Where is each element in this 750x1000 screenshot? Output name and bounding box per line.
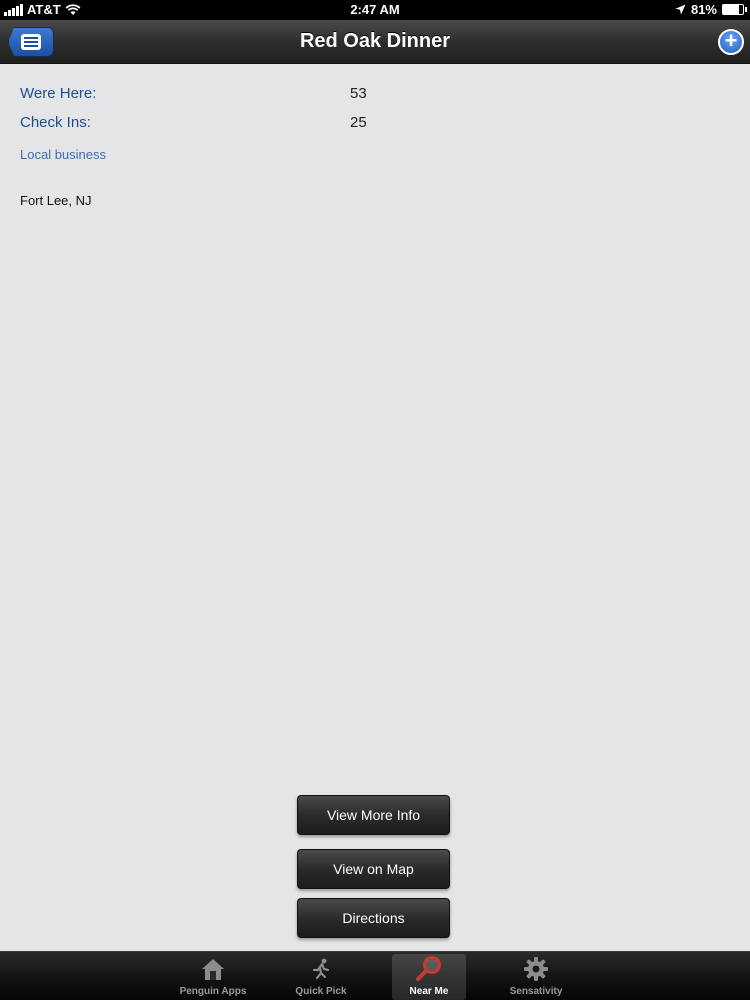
battery-fill	[723, 5, 740, 14]
status-time: 2:47 AM	[350, 2, 400, 17]
tab-label: Quick Pick	[295, 986, 347, 997]
business-location: Fort Lee, NJ	[20, 193, 92, 208]
tab-near-me[interactable]: Near Me	[392, 954, 466, 1000]
tab-bar: Penguin Apps Quick Pick Near Me Sensativ…	[0, 951, 750, 1000]
gear-icon	[522, 955, 550, 983]
tab-label: Near Me	[409, 986, 449, 997]
plus-icon: +	[724, 28, 738, 53]
location-arrow-icon	[675, 4, 686, 15]
magnifier-icon	[415, 955, 443, 983]
tab-penguin-apps[interactable]: Penguin Apps	[176, 954, 250, 1000]
business-category[interactable]: Local business	[20, 147, 106, 162]
add-button[interactable]: +	[718, 29, 744, 55]
status-right: 81%	[675, 2, 747, 17]
tab-quick-pick[interactable]: Quick Pick	[284, 954, 358, 1000]
were-here-label: Were Here:	[20, 85, 97, 102]
view-on-map-button[interactable]: View on Map	[297, 849, 450, 889]
check-ins-value: 25	[350, 114, 367, 131]
page-title: Red Oak Dinner	[299, 30, 451, 52]
tab-label: Penguin Apps	[179, 986, 247, 997]
house-icon	[199, 955, 227, 983]
tab-sensativity[interactable]: Sensativity	[499, 954, 573, 1000]
battery-percent: 81%	[690, 2, 717, 17]
runner-icon	[307, 955, 335, 983]
check-ins-label: Check Ins:	[20, 114, 91, 131]
status-bar: AT&T 2:47 AM 81%	[0, 0, 750, 20]
tab-label: Sensativity	[509, 986, 563, 997]
navigation-bar: Red Oak Dinner +	[0, 20, 750, 64]
battery-icon	[722, 4, 747, 15]
were-here-value: 53	[350, 85, 367, 102]
view-more-info-button[interactable]: View More Info	[297, 795, 450, 835]
directions-button[interactable]: Directions	[297, 898, 450, 938]
